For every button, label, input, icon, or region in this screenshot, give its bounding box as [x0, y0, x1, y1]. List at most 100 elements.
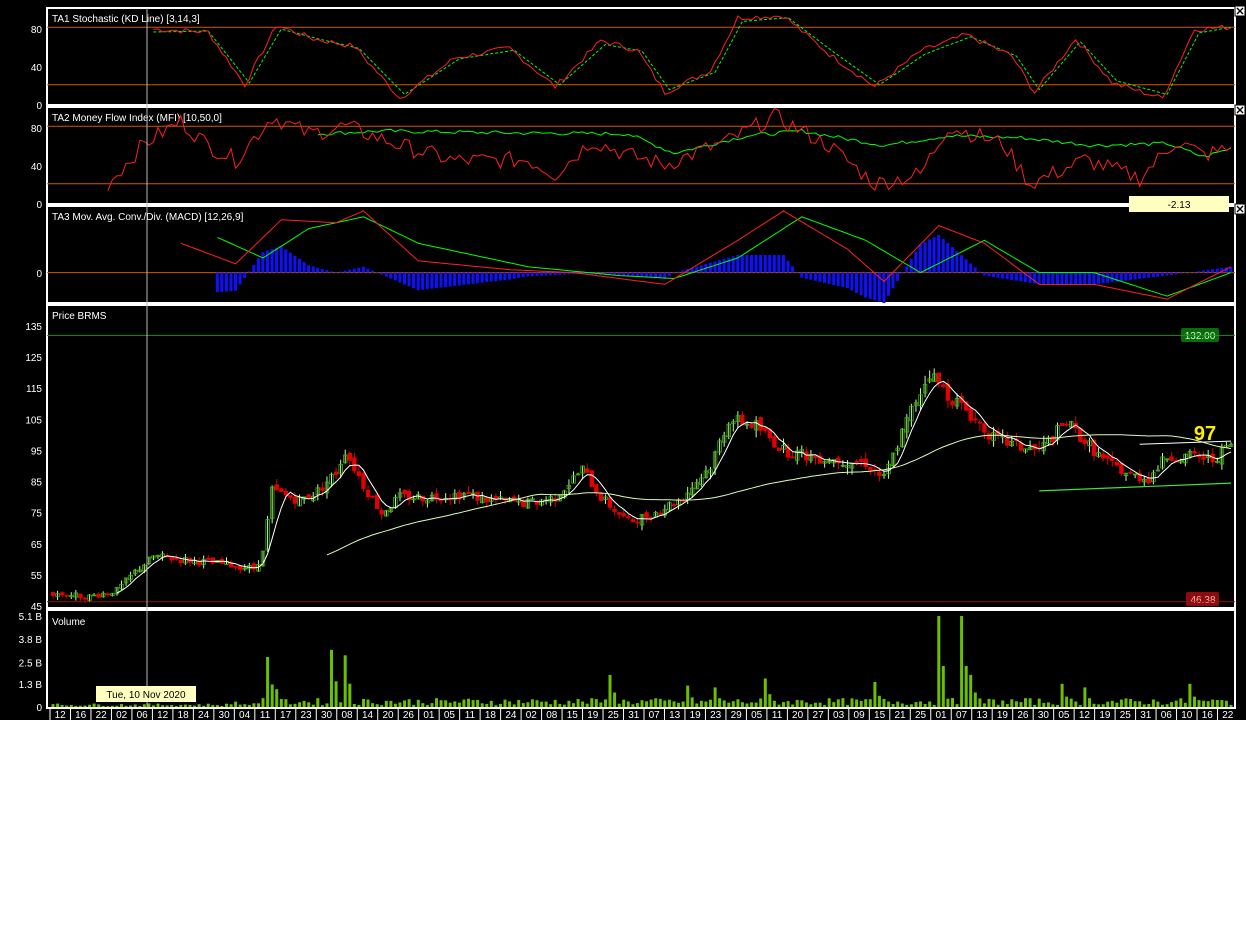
candle-body [306, 494, 311, 499]
macd-histogram-bar [667, 272, 671, 276]
volume-bar [626, 701, 630, 707]
close-stochastic-button[interactable] [1234, 5, 1246, 17]
volume-bar [325, 703, 329, 707]
volume-bar [521, 703, 525, 707]
volume-bar [772, 700, 776, 707]
volume-tick: 2.5 B [19, 658, 43, 669]
moving-average-short [116, 380, 1232, 594]
volume-bar [234, 701, 238, 707]
date-label: 01 [423, 710, 435, 720]
macd-histogram-bar [535, 272, 539, 276]
volume-bar [170, 705, 174, 707]
date-axis: 12 16 22 02 06 12 18 24 30 04 11 17 23 30 08 14 20 26 01 05… [47, 709, 1235, 720]
macd-histogram-bar [562, 272, 566, 275]
volume-bar [238, 704, 242, 707]
date-label: 10 [1181, 710, 1193, 720]
candle [242, 564, 247, 572]
candle-body [630, 519, 636, 523]
candle-body [1082, 439, 1088, 445]
volume-bar [266, 657, 270, 707]
volume-bar [937, 616, 941, 707]
candle-body [1110, 457, 1115, 462]
volume-bar [1069, 698, 1073, 707]
mfi-tick-0: 0 [36, 200, 42, 211]
candle [466, 486, 471, 495]
volume-bar [517, 700, 521, 707]
date-label: 12 [1079, 710, 1091, 720]
date-label: 20 [382, 710, 394, 720]
volume-bar [1170, 702, 1174, 707]
volume-bar [750, 702, 754, 707]
volume-bar [133, 704, 137, 707]
macd-histogram-bar [804, 272, 808, 279]
volume-bar [69, 704, 73, 707]
macd-histogram-bar [905, 266, 909, 273]
volume-bar [814, 702, 817, 707]
candle [384, 509, 389, 517]
candle [1196, 451, 1202, 463]
macd-histogram-bar [448, 272, 452, 287]
volume-bar [357, 705, 361, 707]
macd-histogram-bar [768, 255, 772, 273]
volume-bar [709, 699, 712, 707]
macd-histogram-bar [462, 272, 466, 285]
candle-body [763, 427, 768, 431]
volume-bar [225, 703, 228, 707]
volume-bar [97, 704, 101, 707]
volume-bar [1051, 704, 1055, 707]
stochastic-k-line [153, 15, 1232, 100]
candle [146, 556, 152, 566]
volume-bar [978, 698, 982, 707]
volume-bar [613, 692, 617, 707]
volume-bar [677, 702, 680, 707]
volume-bar [56, 703, 60, 707]
volume-bar [553, 699, 557, 707]
volume-bar [859, 701, 863, 707]
volume-bar [768, 694, 772, 707]
volume-bar [270, 684, 274, 707]
candle-body [859, 459, 864, 462]
macd-histogram-bar [982, 272, 986, 276]
volume-bar [453, 701, 457, 707]
volume-bar [448, 702, 452, 707]
candle-body [361, 473, 366, 489]
macd-histogram-bar [1001, 272, 1005, 279]
volume-bar [923, 704, 927, 707]
volume-bar [197, 704, 201, 707]
volume-bar [151, 705, 155, 707]
close-mfi-button[interactable] [1234, 104, 1246, 116]
macd-histogram-bar [1174, 272, 1178, 275]
candle [781, 438, 786, 454]
volume-bar [1019, 702, 1023, 707]
date-label: 18 [178, 710, 190, 720]
candle [1119, 463, 1124, 476]
macd-histogram-bar [1179, 272, 1183, 274]
volume-bar [1229, 704, 1233, 707]
candle-body [1128, 471, 1133, 474]
volume-bar [220, 706, 224, 707]
volume-bar [841, 698, 845, 707]
date-label: 06 [1161, 710, 1173, 720]
candle-body [96, 593, 101, 598]
volume-bar [275, 689, 279, 707]
macd-histogram-bar [850, 272, 854, 291]
volume-bar [142, 704, 146, 707]
candle-body [274, 484, 279, 491]
candle [753, 416, 759, 438]
macd-histogram-bar [1087, 272, 1091, 285]
volume-bar [174, 706, 178, 707]
close-macd-button[interactable] [1234, 203, 1246, 215]
macd-histogram-bar [855, 272, 858, 293]
candle-body [973, 418, 978, 421]
candle-body [658, 512, 663, 515]
volume-bar [512, 704, 516, 707]
candle-body [1192, 450, 1197, 454]
date-label: 25 [1120, 710, 1132, 720]
date-label: 12 [55, 710, 67, 720]
volume-bar [590, 698, 594, 707]
candle [1032, 444, 1037, 456]
candle [219, 556, 225, 565]
volume-bar [1078, 705, 1082, 707]
macd-histogram-bar [256, 258, 260, 273]
macd-histogram-bar [471, 272, 475, 284]
